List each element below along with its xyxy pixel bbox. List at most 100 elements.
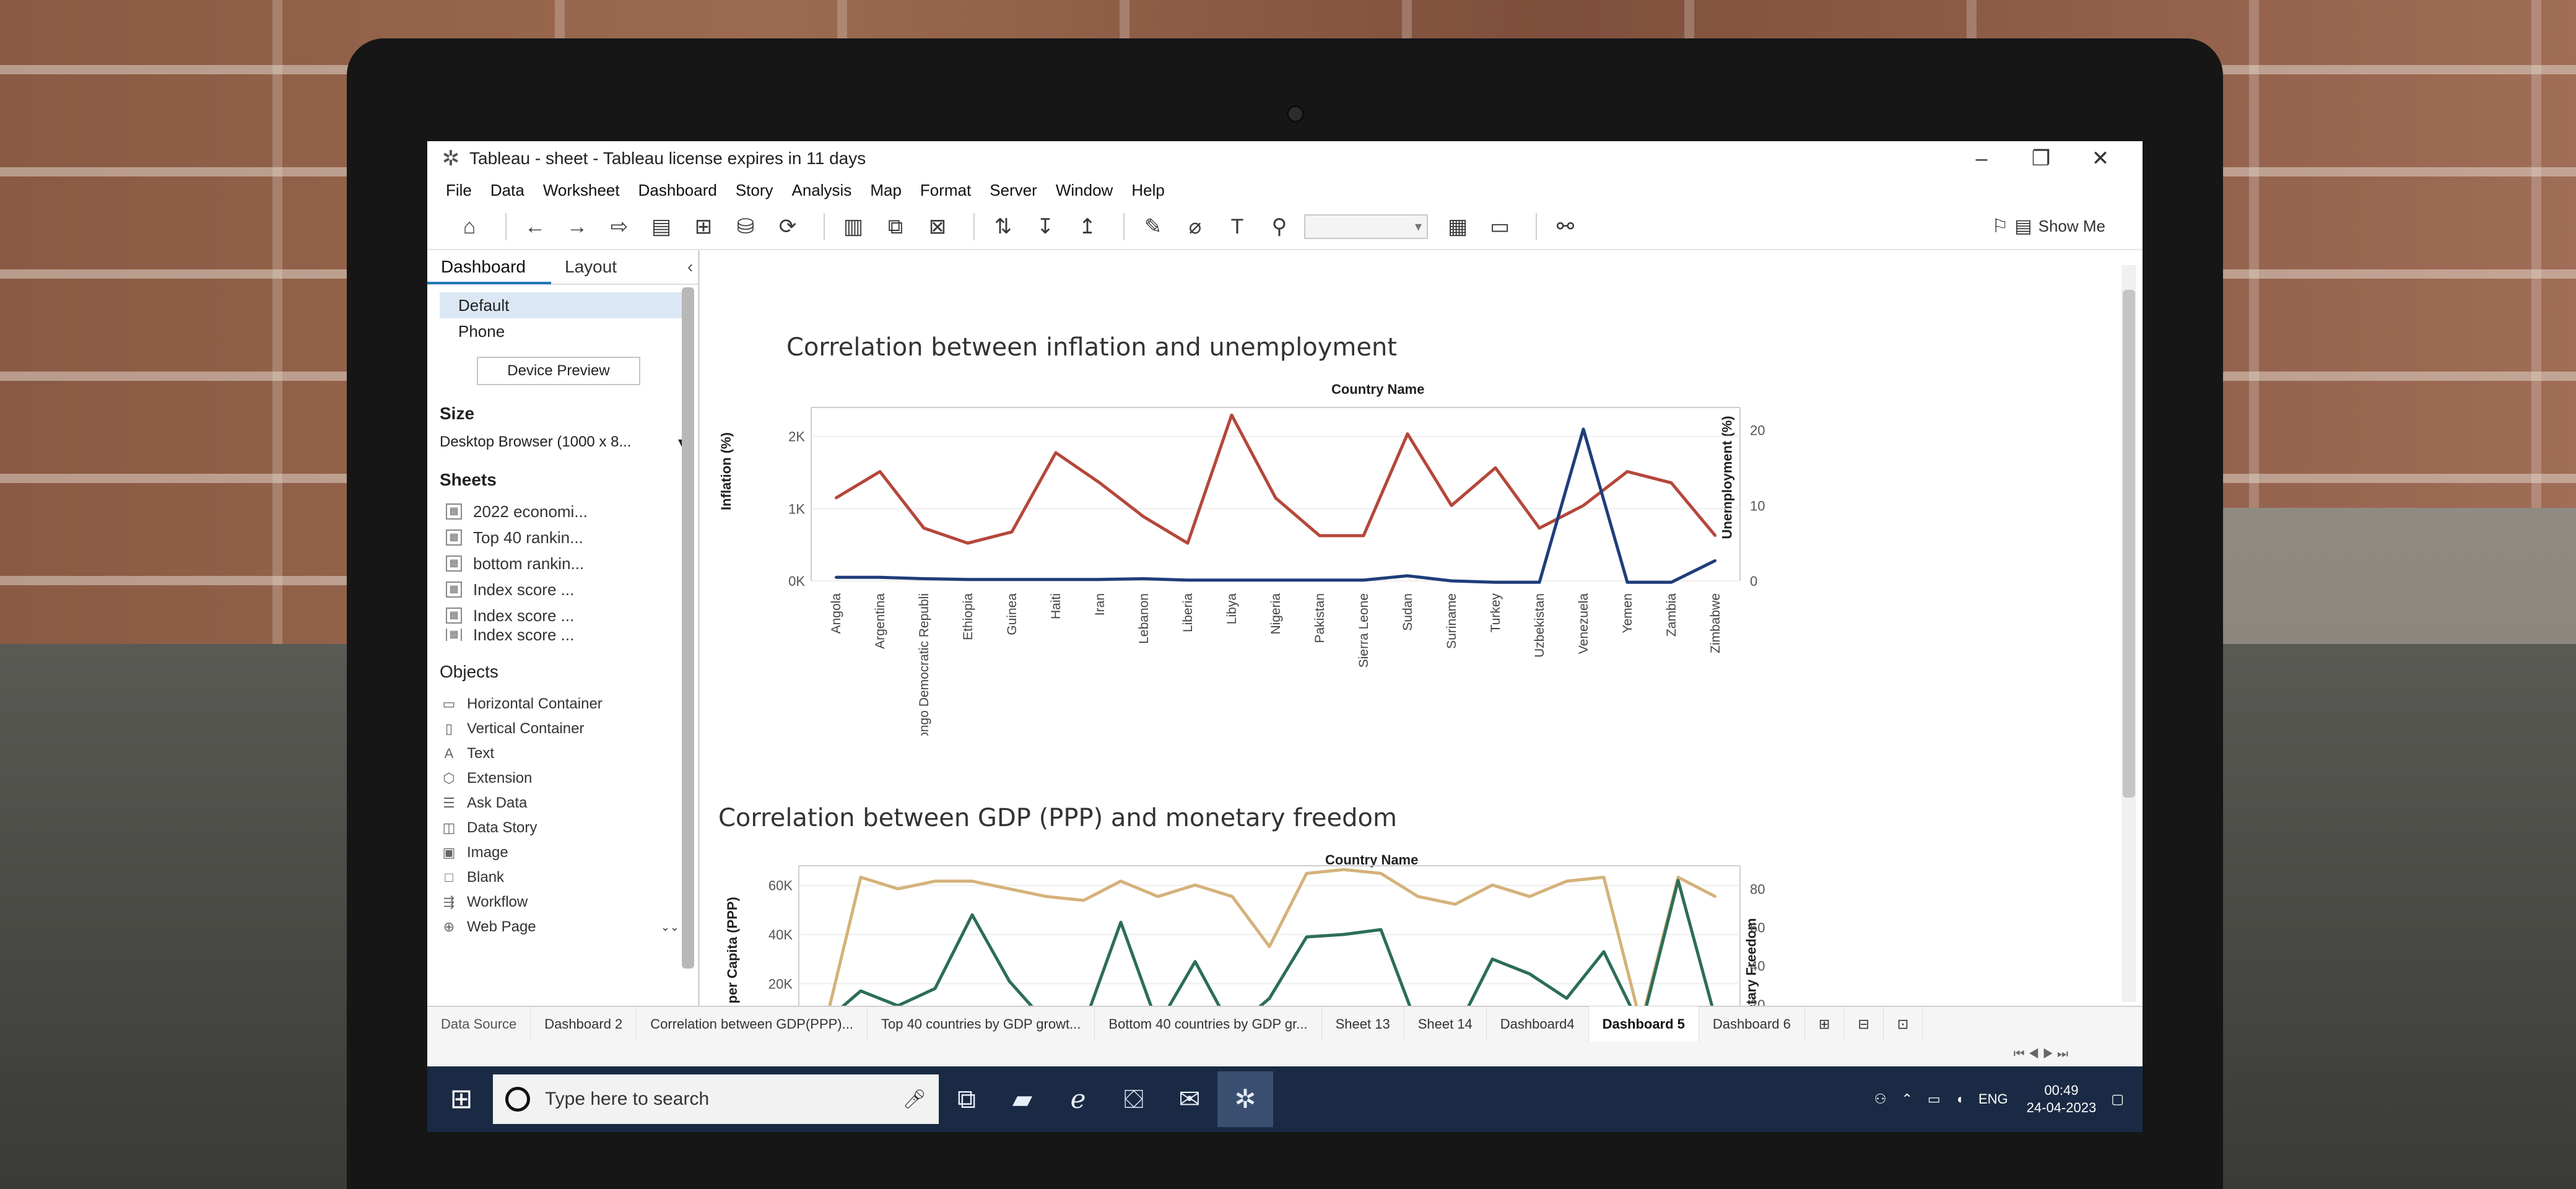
device-preview-button[interactable]: Device Preview <box>477 357 640 385</box>
more-chevrons-icon[interactable]: ⌄⌄ <box>661 915 679 939</box>
language-indicator[interactable]: ENG <box>1978 1091 2008 1107</box>
sort-ascending-icon[interactable]: ↧ <box>1028 209 1063 244</box>
object-extension[interactable]: ⬡ Extension <box>427 766 698 791</box>
data-point <box>1194 884 1196 887</box>
share-icon[interactable]: ⚯ <box>1548 209 1583 244</box>
chart2-plot[interactable]: 20K40K60K20406080 <box>743 860 1796 1008</box>
sheet-item[interactable]: ▦ bottom rankin... <box>427 551 698 577</box>
menu-help[interactable]: Help <box>1131 181 1164 200</box>
menu-dashboard[interactable]: Dashboard <box>638 181 717 200</box>
menu-format[interactable]: Format <box>920 181 971 200</box>
tab-bottom-40[interactable]: Bottom 40 countries by GDP gr... <box>1095 1006 1322 1042</box>
sheet-item[interactable]: ▦ Index score ... <box>427 629 698 641</box>
object-ask-data[interactable]: ☰ Ask Data <box>427 791 698 816</box>
minimize-button[interactable]: – <box>1952 141 2011 176</box>
back-arrow-icon[interactable]: ← <box>518 209 552 244</box>
tab-dashboard-6[interactable]: Dashboard 6 <box>1699 1006 1805 1042</box>
tab-dashboard-2[interactable]: Dashboard 2 <box>531 1006 637 1042</box>
notification-icon[interactable]: ▢ <box>2111 1091 2124 1107</box>
forward-arrow-icon[interactable]: → <box>560 209 594 244</box>
pause-updates-icon[interactable]: ⛁ <box>728 209 763 244</box>
new-story-tab-icon[interactable]: ⊡ <box>1884 1006 1923 1042</box>
mail-icon[interactable]: ✉ <box>1162 1071 1217 1127</box>
new-data-source-icon[interactable]: ⊞ <box>686 209 721 244</box>
menu-server[interactable]: Server <box>990 181 1037 200</box>
fix-axes-icon[interactable]: ⚲ <box>1262 209 1297 244</box>
show-cards-icon[interactable]: ▦ <box>1440 209 1475 244</box>
people-icon[interactable]: ⚇ <box>1874 1091 1887 1107</box>
tab-dashboard-5[interactable]: Dashboard 5 <box>1588 1006 1699 1042</box>
sheet-item[interactable]: ▦ Top 40 rankin... <box>427 525 698 551</box>
highlight-icon[interactable]: ✎ <box>1136 209 1170 244</box>
menu-file[interactable]: File <box>446 181 472 200</box>
size-dropdown[interactable]: Desktop Browser (1000 x 8... ▾ <box>440 433 685 451</box>
show-me-button[interactable]: ⚐ ▤ Show Me <box>1991 216 2105 237</box>
canvas-vertical-scrollbar[interactable] <box>2121 265 2136 1002</box>
task-view-icon[interactable]: ⧉ <box>939 1071 994 1127</box>
data-point <box>1450 580 1453 582</box>
windows-start-icon[interactable]: ⊞ <box>433 1071 489 1127</box>
clear-sheet-icon[interactable]: ⊠ <box>920 209 955 244</box>
menu-analysis[interactable]: Analysis <box>792 181 852 200</box>
object-horizontal-container[interactable]: ▭ Horizontal Container <box>427 692 698 716</box>
tab-dashboard[interactable]: Dashboard <box>427 250 551 284</box>
tab-data-source[interactable]: Data Source <box>427 1006 531 1042</box>
group-members-icon[interactable]: ⌀ <box>1178 209 1212 244</box>
tab-sheet-14[interactable]: Sheet 14 <box>1404 1006 1487 1042</box>
sheet-item[interactable]: ▦ Index score ... <box>427 603 698 629</box>
fit-dropdown[interactable]: ▾ <box>1304 214 1428 239</box>
object-text[interactable]: A Text <box>427 741 698 766</box>
sheet-item[interactable]: ▦ Index score ... <box>427 577 698 603</box>
menu-window[interactable]: Window <box>1056 181 1113 200</box>
restore-button[interactable]: ❐ <box>2011 141 2071 176</box>
sort-descending-icon[interactable]: ↥ <box>1070 209 1105 244</box>
tab-top-40[interactable]: Top 40 countries by GDP growt... <box>868 1006 1095 1042</box>
volume-icon[interactable]: ◖ <box>1956 1091 1964 1107</box>
device-phone[interactable]: Phone <box>440 318 685 344</box>
object-vertical-container[interactable]: ▯ Vertical Container <box>427 716 698 741</box>
edge-browser-icon[interactable]: ℯ <box>1050 1071 1106 1127</box>
file-explorer-icon[interactable]: ▰ <box>994 1071 1050 1127</box>
clock[interactable]: 00:49 24-04-2023 <box>2027 1082 2097 1117</box>
menu-map[interactable]: Map <box>870 181 902 200</box>
tab-layout[interactable]: Layout <box>551 250 675 284</box>
sheet-item[interactable]: ▦ 2022 economi... <box>427 499 698 525</box>
object-blank[interactable]: □ Blank <box>427 865 698 890</box>
menu-data[interactable]: Data <box>490 181 524 200</box>
tab-dashboard4[interactable]: Dashboard4 <box>1487 1006 1589 1042</box>
refresh-icon[interactable]: ⟳ <box>770 209 805 244</box>
object-image[interactable]: ▣ Image <box>427 840 698 865</box>
webcam <box>1287 105 1304 123</box>
home-icon[interactable]: ⌂ <box>452 209 487 244</box>
tab-correlation-gdp[interactable]: Correlation between GDP(PPP)... <box>637 1006 868 1042</box>
sheet-navigation[interactable]: ⏮ ◀ ▶ ⏭ <box>427 1042 2143 1066</box>
microphone-icon[interactable]: 🎤︎ <box>903 1089 926 1110</box>
collapse-pane-icon[interactable]: ‹ <box>687 257 693 277</box>
swap-rows-columns-icon[interactable]: ⇅ <box>986 209 1020 244</box>
object-web-page[interactable]: ⊕ Web Page ⌄⌄ <box>427 915 698 939</box>
new-worksheet-tab-icon[interactable]: ⊞ <box>1805 1006 1845 1042</box>
new-dashboard-tab-icon[interactable]: ⊟ <box>1844 1006 1884 1042</box>
battery-icon[interactable]: ▭ <box>1928 1091 1941 1107</box>
chart1-plot[interactable]: 0K 1K 2K 0 10 20 Angola Argentina Congo Democrat… <box>768 389 1790 736</box>
workflow-icon: ⇶ <box>443 894 455 910</box>
tableau-taskbar-icon[interactable]: ✲ <box>1217 1071 1273 1127</box>
close-button[interactable]: ✕ <box>2071 141 2130 176</box>
store-icon[interactable]: ⛋ <box>1106 1071 1162 1127</box>
object-workflow[interactable]: ⇶ Workflow <box>427 890 698 915</box>
pane-scrollbar[interactable] <box>682 287 694 969</box>
tab-sheet-13[interactable]: Sheet 13 <box>1322 1006 1404 1042</box>
taskbar-search[interactable]: Type here to search 🎤︎ <box>493 1074 939 1124</box>
save-icon[interactable]: ▤ <box>644 209 679 244</box>
show-mark-labels-icon[interactable]: T <box>1220 209 1255 244</box>
redo-icon[interactable]: ⇨ <box>602 209 637 244</box>
menu-worksheet[interactable]: Worksheet <box>543 181 620 200</box>
scrollbar-thumb[interactable] <box>2123 290 2135 798</box>
new-worksheet-icon[interactable]: ▥ <box>836 209 871 244</box>
presentation-mode-icon[interactable]: ▭ <box>1482 209 1517 244</box>
show-hidden-icons-icon[interactable]: ⌃ <box>1901 1091 1912 1107</box>
object-data-story[interactable]: ◫ Data Story <box>427 816 698 840</box>
menu-story[interactable]: Story <box>736 181 773 200</box>
device-default[interactable]: Default <box>440 292 685 318</box>
duplicate-sheet-icon[interactable]: ⧉ <box>878 209 913 244</box>
